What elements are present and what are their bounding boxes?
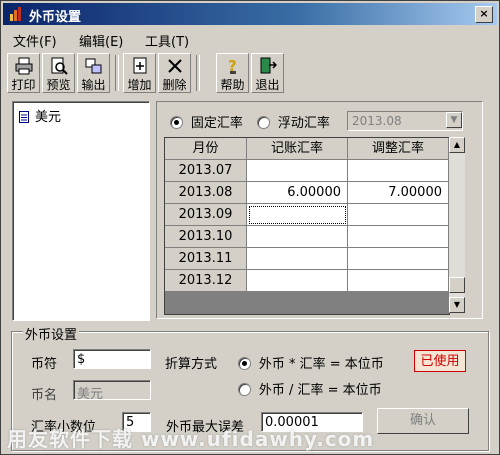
toolbar: 打印 预览 输出 增加 删除 ? 帮助 退出: [5, 53, 495, 95]
fixed-rate-option[interactable]: 固定汇率: [170, 112, 243, 131]
preview-label: 预览: [46, 78, 71, 92]
conversion-divide-option[interactable]: 外币 / 汇率 = 本位币: [238, 379, 382, 398]
menu-file[interactable]: 文件(F): [13, 31, 57, 50]
scroll-down-icon[interactable]: ▼: [449, 297, 465, 313]
column-header-book-rate: 记账汇率: [247, 138, 348, 160]
row-month: 2013.12: [165, 270, 247, 292]
book-rate-cell[interactable]: [247, 160, 348, 182]
print-button[interactable]: 打印: [7, 53, 40, 93]
list-item[interactable]: 美元: [19, 106, 61, 125]
symbol-input[interactable]: $: [73, 349, 151, 369]
table-empty-area: [165, 292, 449, 314]
help-button[interactable]: ? 帮助: [216, 53, 249, 93]
book-rate-cell[interactable]: [247, 204, 348, 226]
period-value: 2013.08: [352, 114, 402, 128]
row-month: 2013.11: [165, 248, 247, 270]
book-rate-cell[interactable]: 6.00000: [247, 182, 348, 204]
name-label: 币名: [31, 388, 58, 403]
title-bar: 外币设置 ×: [3, 3, 497, 25]
preview-button[interactable]: 预览: [42, 53, 75, 93]
currency-list[interactable]: 美元: [12, 101, 150, 321]
window-title: 外币设置: [29, 10, 82, 25]
rate-panel: 固定汇率 浮动汇率 2013.08 ▼ 月份 记账汇率 调整汇率 2013.07…: [156, 101, 483, 319]
conversion-divide-label: 外币 / 汇率 = 本位币: [258, 383, 382, 398]
group-title: 外币设置: [23, 324, 80, 343]
currency-name: 美元: [35, 110, 62, 125]
export-icon: [85, 58, 101, 74]
floating-rate-option[interactable]: 浮动汇率: [257, 112, 330, 131]
floating-rate-radio[interactable]: [257, 116, 270, 129]
book-rate-cell[interactable]: [247, 226, 348, 248]
adjust-rate-cell[interactable]: [348, 226, 449, 248]
add-label: 增加: [127, 78, 152, 92]
conversion-multiply-radio[interactable]: [238, 357, 251, 370]
table-scrollbar[interactable]: ▲ ▼: [449, 137, 465, 313]
delete-icon: [167, 59, 182, 73]
fixed-rate-radio[interactable]: [170, 116, 183, 129]
symbol-label: 币符: [31, 357, 58, 372]
delete-label: 删除: [162, 78, 187, 92]
print-label: 打印: [11, 78, 36, 92]
in-use-badge: 已使用: [414, 350, 466, 372]
delete-button[interactable]: 删除: [158, 53, 191, 93]
menu-edit[interactable]: 编辑(E): [79, 31, 123, 50]
book-rate-cell[interactable]: [247, 270, 348, 292]
row-month: 2013.08: [165, 182, 247, 204]
row-month: 2013.07: [165, 160, 247, 182]
exit-icon: [260, 57, 277, 74]
toolbar-separator: [115, 55, 119, 91]
conversion-divide-radio[interactable]: [238, 383, 251, 396]
row-month: 2013.10: [165, 226, 247, 248]
adjust-rate-cell[interactable]: [348, 160, 449, 182]
book-rate-cell[interactable]: [247, 248, 348, 270]
adjust-rate-cell[interactable]: [348, 270, 449, 292]
menu-tools[interactable]: 工具(T): [145, 31, 189, 50]
exit-button[interactable]: 退出: [251, 53, 284, 93]
chevron-down-icon[interactable]: ▼: [446, 112, 462, 128]
row-month: 2013.09: [165, 204, 247, 226]
adjust-rate-cell[interactable]: 7.00000: [348, 182, 449, 204]
column-header-adjust-rate: 调整汇率: [348, 138, 449, 160]
menu-bar: 文件(F) 编辑(E) 工具(T): [3, 27, 497, 50]
period-select[interactable]: 2013.08 ▼: [347, 111, 463, 131]
conversion-multiply-label: 外币 * 汇率 = 本位币: [258, 357, 384, 372]
adjust-rate-cell[interactable]: [348, 248, 449, 270]
app-icon: [10, 7, 21, 21]
name-input[interactable]: 美元: [73, 380, 151, 402]
help-label: 帮助: [220, 78, 245, 92]
help-icon: ?: [228, 57, 237, 75]
watermark: 用友软件下载 www.ufidawhy.com: [7, 427, 375, 451]
scroll-thumb[interactable]: [449, 277, 465, 293]
conversion-multiply-option[interactable]: 外币 * 汇率 = 本位币: [238, 353, 384, 372]
toolbar-separator: [196, 55, 200, 91]
rate-table[interactable]: 月份 记账汇率 调整汇率 2013.07 2013.08 6.00000 7.0…: [164, 137, 450, 315]
add-icon: [133, 57, 146, 74]
exit-label: 退出: [255, 78, 280, 92]
adjust-rate-cell[interactable]: [348, 204, 449, 226]
floating-rate-label: 浮动汇率: [277, 116, 330, 131]
printer-icon: [15, 57, 32, 75]
currency-settings-window: 外币设置 × 文件(F) 编辑(E) 工具(T) 打印 预览 输出 增加 删除 …: [0, 0, 500, 455]
export-button[interactable]: 输出: [77, 53, 110, 93]
add-button[interactable]: 增加: [123, 53, 156, 93]
close-button[interactable]: ×: [475, 6, 493, 23]
export-label: 输出: [81, 78, 106, 92]
confirm-button[interactable]: 确认: [377, 408, 469, 434]
column-header-month: 月份: [165, 138, 247, 160]
conversion-label: 折算方式: [165, 357, 218, 372]
document-icon: [19, 111, 29, 123]
scroll-up-icon[interactable]: ▲: [449, 137, 465, 153]
fixed-rate-label: 固定汇率: [190, 116, 243, 131]
preview-icon: [51, 57, 68, 75]
